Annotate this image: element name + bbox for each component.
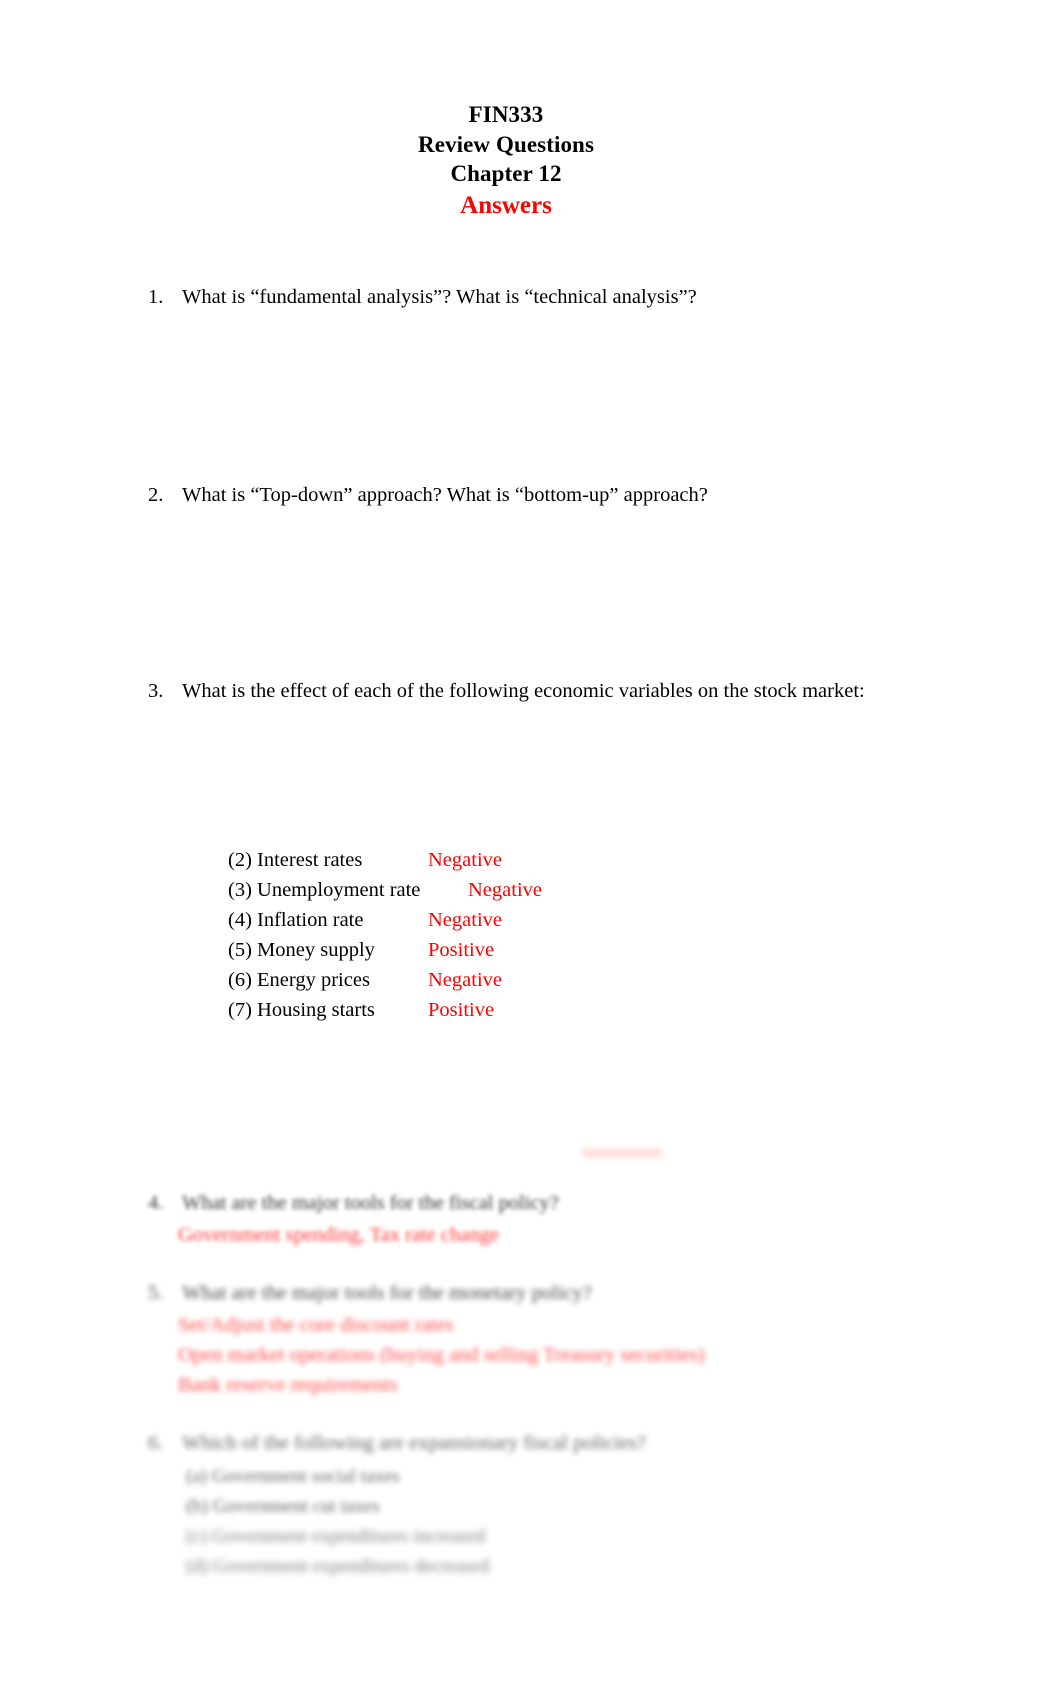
variable-label-housing-starts: (7) Housing starts <box>228 995 428 1025</box>
question-number-4: 4. <box>148 1192 164 1214</box>
page-title-course: FIN333 <box>468 102 544 127</box>
variable-name-6: Energy prices <box>257 969 370 991</box>
variable-effect-4: Negative <box>428 909 502 931</box>
variable-row-housing-starts: (7) Housing starts Positive <box>228 995 542 1025</box>
variable-effect-6: Negative <box>428 969 502 991</box>
variable-effect-7: Positive <box>428 999 495 1021</box>
variable-marker-2: (2) <box>228 849 252 871</box>
page-title-answers: Answers <box>460 191 552 219</box>
variable-name-3: Unemployment rate <box>257 879 421 901</box>
variable-label-money-supply: (5) Money supply <box>228 935 428 965</box>
variable-marker-3: (3) <box>228 879 252 901</box>
variable-name-5: Money supply <box>257 939 375 961</box>
variable-name-7: Housing starts <box>257 999 375 1021</box>
variable-marker-5: (5) <box>228 939 252 961</box>
variable-label-unemployment-rate: (3) Unemployment rate <box>228 875 428 905</box>
variable-row-money-supply: (5) Money supply Positive <box>228 935 542 965</box>
variable-effect-5: Positive <box>428 939 495 961</box>
question-item-4: 4. What are the major tools for the fisc… <box>148 1190 559 1216</box>
variable-marker-7: (7) <box>228 999 252 1021</box>
question-number-5: 5. <box>148 1282 164 1304</box>
question-item-6: 6. Which of the following are expansiona… <box>148 1430 646 1456</box>
question-item-3: 3. What is the effect of each of the fol… <box>148 678 865 704</box>
variable-label-energy-prices: (6) Energy prices <box>228 965 428 995</box>
page-title-chapter: Chapter 12 <box>450 161 562 186</box>
variable-effect-2: Negative <box>428 849 502 871</box>
variable-row-interest-rates: (2) Interest rates Negative <box>228 845 542 875</box>
question-text-4: What are the major tools for the fiscal … <box>182 1192 559 1214</box>
sub-option-text-a: Government social taxes <box>211 1466 400 1487</box>
sub-option-marker-b: (b) <box>186 1496 209 1517</box>
sub-option-b: (b) Government cut taxes <box>186 1492 489 1522</box>
sub-option-c: (c) Government expenditures increased <box>186 1522 489 1552</box>
question-item-5: 5. What are the major tools for the mone… <box>148 1280 592 1306</box>
variable-marker-4: (4) <box>228 909 252 931</box>
document-page: FIN333 Review Questions Chapter 12 Answe… <box>0 0 1062 1686</box>
question-number-2: 2. <box>148 484 164 506</box>
sub-option-a: (a) Government social taxes <box>186 1462 489 1492</box>
answer-monetary-policy-2: Open market operations (buying and selli… <box>178 1344 705 1366</box>
variable-label-interest-rates: (2) Interest rates <box>228 845 428 875</box>
variable-row-energy-prices: (6) Energy prices Negative <box>228 965 542 995</box>
economic-variables-list: (2) Interest rates Negative (3) Unemploy… <box>228 845 542 1025</box>
variable-row-unemployment-rate: (3) Unemployment rate Negative <box>228 875 542 905</box>
sub-option-marker-a: (a) <box>186 1466 208 1487</box>
question-text-1: What is “fundamental analysis”? What is … <box>182 286 697 308</box>
question-number-3: 3. <box>148 680 164 702</box>
answer-fiscal-policy: Government spending, Tax rate change <box>178 1224 499 1246</box>
sub-option-text-c: Government expenditures increased <box>211 1526 486 1547</box>
answer-monetary-policy-3: Bank reserve requirements <box>178 1374 398 1396</box>
sub-option-marker-c: (c) <box>186 1526 208 1547</box>
question-number-6: 6. <box>148 1432 164 1454</box>
document-title-block: FIN333 Review Questions Chapter 12 Answe… <box>0 100 1012 221</box>
question-text-3: What is the effect of each of the follow… <box>182 680 865 702</box>
page-title-subject: Review Questions <box>417 131 594 157</box>
question-text-2: What is “Top-down” approach? What is “bo… <box>182 484 708 506</box>
variable-effect-3: Negative <box>468 879 542 901</box>
stray-red-mark <box>582 1148 662 1158</box>
sub-option-text-b: Government cut taxes <box>212 1496 380 1517</box>
question-text-6: Which of the following are expansionary … <box>182 1432 646 1454</box>
question-6-options-list: (a) Government social taxes (b) Governme… <box>186 1462 489 1582</box>
variable-label-inflation-rate: (4) Inflation rate <box>228 905 428 935</box>
answer-monetary-policy-1: Set/Adjust the core discount rates <box>178 1314 454 1336</box>
question-item-2: 2. What is “Top-down” approach? What is … <box>148 482 708 508</box>
question-number-1: 1. <box>148 286 164 308</box>
question-text-5: What are the major tools for the monetar… <box>182 1282 592 1304</box>
question-item-1: 1. What is “fundamental analysis”? What … <box>148 284 697 310</box>
sub-option-marker-d: (d) <box>186 1556 209 1577</box>
variable-row-inflation-rate: (4) Inflation rate Negative <box>228 905 542 935</box>
sub-option-d: (d) Government expenditures decreased <box>186 1552 489 1582</box>
variable-name-2: Interest rates <box>257 849 363 871</box>
variable-name-4: Inflation rate <box>257 909 364 931</box>
variable-marker-6: (6) <box>228 969 252 991</box>
sub-option-text-d: Government expenditures decreased <box>212 1556 490 1577</box>
